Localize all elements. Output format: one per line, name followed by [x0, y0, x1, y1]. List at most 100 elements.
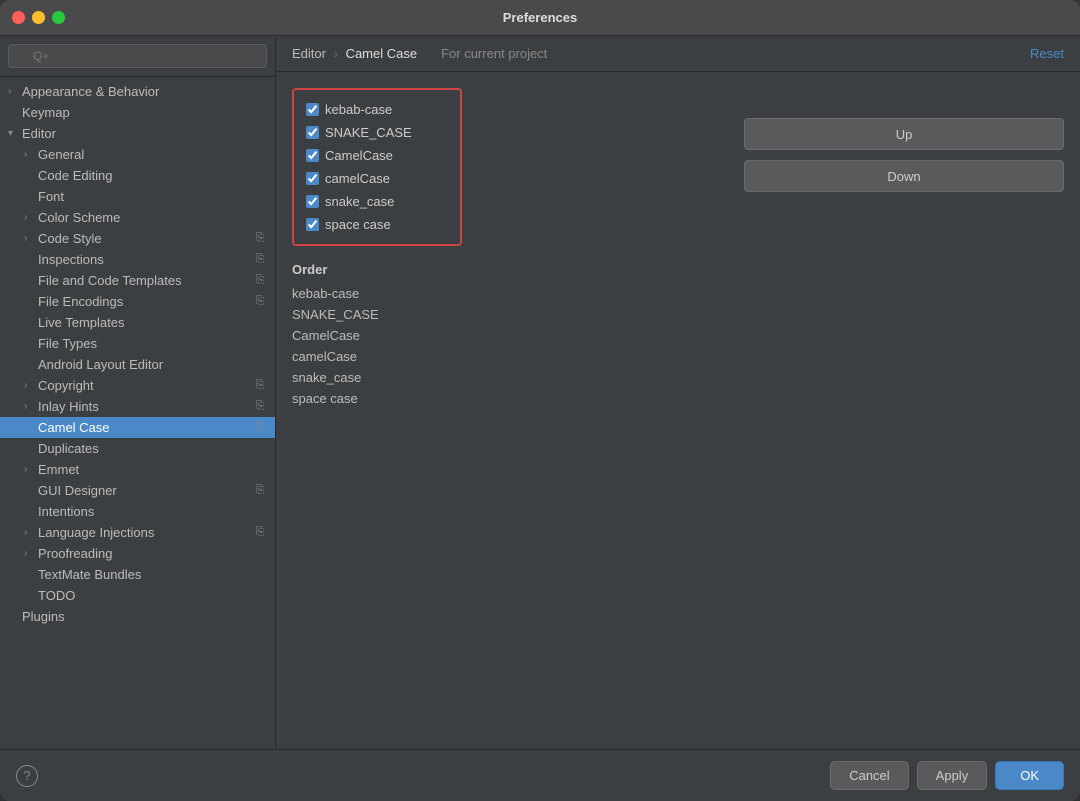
copy-icon: ⎘	[253, 274, 267, 288]
down-button[interactable]: Down	[744, 160, 1064, 192]
sidebar-item-code-editing[interactable]: Code Editing	[0, 165, 275, 186]
sidebar-item-label: Editor	[22, 126, 267, 141]
sidebar-item-label: Plugins	[22, 609, 267, 624]
window-controls	[12, 11, 65, 24]
nav-tree: ›Appearance & BehaviorKeymap▾Editor›Gene…	[0, 77, 275, 749]
sidebar-item-file-code-templates[interactable]: File and Code Templates⎘	[0, 270, 275, 291]
checkbox[interactable]	[306, 126, 319, 139]
sidebar-item-label: Inspections	[38, 252, 253, 267]
for-current-project: For current project	[441, 46, 547, 61]
content-body: kebab-caseSNAKE_CASECamelCasecamelCasesn…	[276, 72, 1080, 749]
order-item: snake_case	[292, 367, 462, 388]
order-list: kebab-caseSNAKE_CASECamelCasecamelCasesn…	[292, 283, 462, 409]
sidebar-item-textmate-bundles[interactable]: TextMate Bundles	[0, 564, 275, 585]
sidebar-item-intentions[interactable]: Intentions	[0, 501, 275, 522]
main-content: ⌕ ›Appearance & BehaviorKeymap▾Editor›Ge…	[0, 36, 1080, 749]
sidebar-item-label: Copyright	[38, 378, 253, 393]
sidebar-item-label: TextMate Bundles	[38, 567, 267, 582]
sidebar-item-label: Camel Case	[38, 420, 253, 435]
chevron-icon: ▾	[8, 128, 22, 139]
sidebar-item-font[interactable]: Font	[0, 186, 275, 207]
sidebar-item-label: File Types	[38, 336, 267, 351]
sidebar-item-general[interactable]: ›General	[0, 144, 275, 165]
chevron-icon: ›	[8, 86, 22, 97]
ok-button[interactable]: OK	[995, 761, 1064, 790]
sidebar-item-camel-case[interactable]: Camel Case⎘	[0, 417, 275, 438]
checkbox-item: space case	[306, 213, 448, 236]
checkbox-label: camelCase	[325, 171, 390, 186]
sidebar-item-android-layout-editor[interactable]: Android Layout Editor	[0, 354, 275, 375]
order-title: Order	[292, 262, 462, 277]
checkbox-item: SNAKE_CASE	[306, 121, 448, 144]
sidebar-item-todo[interactable]: TODO	[0, 585, 275, 606]
up-button[interactable]: Up	[744, 118, 1064, 150]
sidebar-item-file-encodings[interactable]: File Encodings⎘	[0, 291, 275, 312]
chevron-icon: ›	[24, 548, 38, 559]
checkbox-label: CamelCase	[325, 148, 393, 163]
sidebar-item-proofreading[interactable]: ›Proofreading	[0, 543, 275, 564]
copy-icon: ⎘	[253, 295, 267, 309]
chevron-icon: ›	[24, 527, 38, 538]
sidebar-item-duplicates[interactable]: Duplicates	[0, 438, 275, 459]
checkbox-label: space case	[325, 217, 391, 232]
checkbox[interactable]	[306, 149, 319, 162]
chevron-icon: ›	[24, 233, 38, 244]
checkbox-item: snake_case	[306, 190, 448, 213]
sidebar-item-code-style[interactable]: ›Code Style⎘	[0, 228, 275, 249]
copy-icon: ⎘	[253, 232, 267, 246]
sidebar-item-inspections[interactable]: Inspections⎘	[0, 249, 275, 270]
copy-icon: ⎘	[253, 379, 267, 393]
help-button[interactable]: ?	[16, 765, 38, 787]
content-header: Editor › Camel Case For current project …	[276, 36, 1080, 72]
sidebar-item-file-types[interactable]: File Types	[0, 333, 275, 354]
sidebar-item-language-injections[interactable]: ›Language Injections⎘	[0, 522, 275, 543]
content-area: Editor › Camel Case For current project …	[276, 36, 1080, 749]
checkbox-label: snake_case	[325, 194, 394, 209]
minimize-button[interactable]	[32, 11, 45, 24]
sidebar-item-label: Android Layout Editor	[38, 357, 267, 372]
maximize-button[interactable]	[52, 11, 65, 24]
order-item: SNAKE_CASE	[292, 304, 462, 325]
checkbox-item: CamelCase	[306, 144, 448, 167]
sidebar-item-plugins[interactable]: Plugins	[0, 606, 275, 627]
copy-icon: ⎘	[253, 253, 267, 267]
sidebar-item-label: Live Templates	[38, 315, 267, 330]
checkbox[interactable]	[306, 172, 319, 185]
sidebar-item-gui-designer[interactable]: GUI Designer⎘	[0, 480, 275, 501]
sidebar-item-label: Proofreading	[38, 546, 267, 561]
order-item: CamelCase	[292, 325, 462, 346]
sidebar-item-live-templates[interactable]: Live Templates	[0, 312, 275, 333]
sidebar-item-appearance[interactable]: ›Appearance & Behavior	[0, 81, 275, 102]
sidebar-item-inlay-hints[interactable]: ›Inlay Hints⎘	[0, 396, 275, 417]
checkbox[interactable]	[306, 218, 319, 231]
order-item: kebab-case	[292, 283, 462, 304]
sidebar-item-label: Code Editing	[38, 168, 267, 183]
sidebar-item-label: TODO	[38, 588, 267, 603]
sidebar-item-editor[interactable]: ▾Editor	[0, 123, 275, 144]
window-title: Preferences	[503, 10, 577, 25]
checkbox[interactable]	[306, 103, 319, 116]
sidebar-item-emmet[interactable]: ›Emmet	[0, 459, 275, 480]
search-input[interactable]	[8, 44, 267, 68]
bottom-bar: ? Cancel Apply OK	[0, 749, 1080, 801]
sidebar-item-keymap[interactable]: Keymap	[0, 102, 275, 123]
sidebar-item-label: Emmet	[38, 462, 267, 477]
order-item: camelCase	[292, 346, 462, 367]
breadcrumb-separator: ›	[334, 46, 338, 61]
sidebar-item-copyright[interactable]: ›Copyright⎘	[0, 375, 275, 396]
sidebar-item-label: Language Injections	[38, 525, 253, 540]
checkbox[interactable]	[306, 195, 319, 208]
close-button[interactable]	[12, 11, 25, 24]
order-section: Order kebab-caseSNAKE_CASECamelCasecamel…	[292, 262, 462, 409]
preferences-window: Preferences ⌕ ›Appearance & BehaviorKeym…	[0, 0, 1080, 801]
cancel-button[interactable]: Cancel	[830, 761, 908, 790]
sidebar: ⌕ ›Appearance & BehaviorKeymap▾Editor›Ge…	[0, 36, 276, 749]
checkbox-label: SNAKE_CASE	[325, 125, 412, 140]
sidebar-item-color-scheme[interactable]: ›Color Scheme	[0, 207, 275, 228]
checkbox-label: kebab-case	[325, 102, 392, 117]
breadcrumb-parent: Editor	[292, 46, 326, 61]
apply-button[interactable]: Apply	[917, 761, 988, 790]
bottom-actions: Cancel Apply OK	[830, 761, 1064, 790]
sidebar-item-label: General	[38, 147, 267, 162]
reset-button[interactable]: Reset	[1030, 46, 1064, 61]
